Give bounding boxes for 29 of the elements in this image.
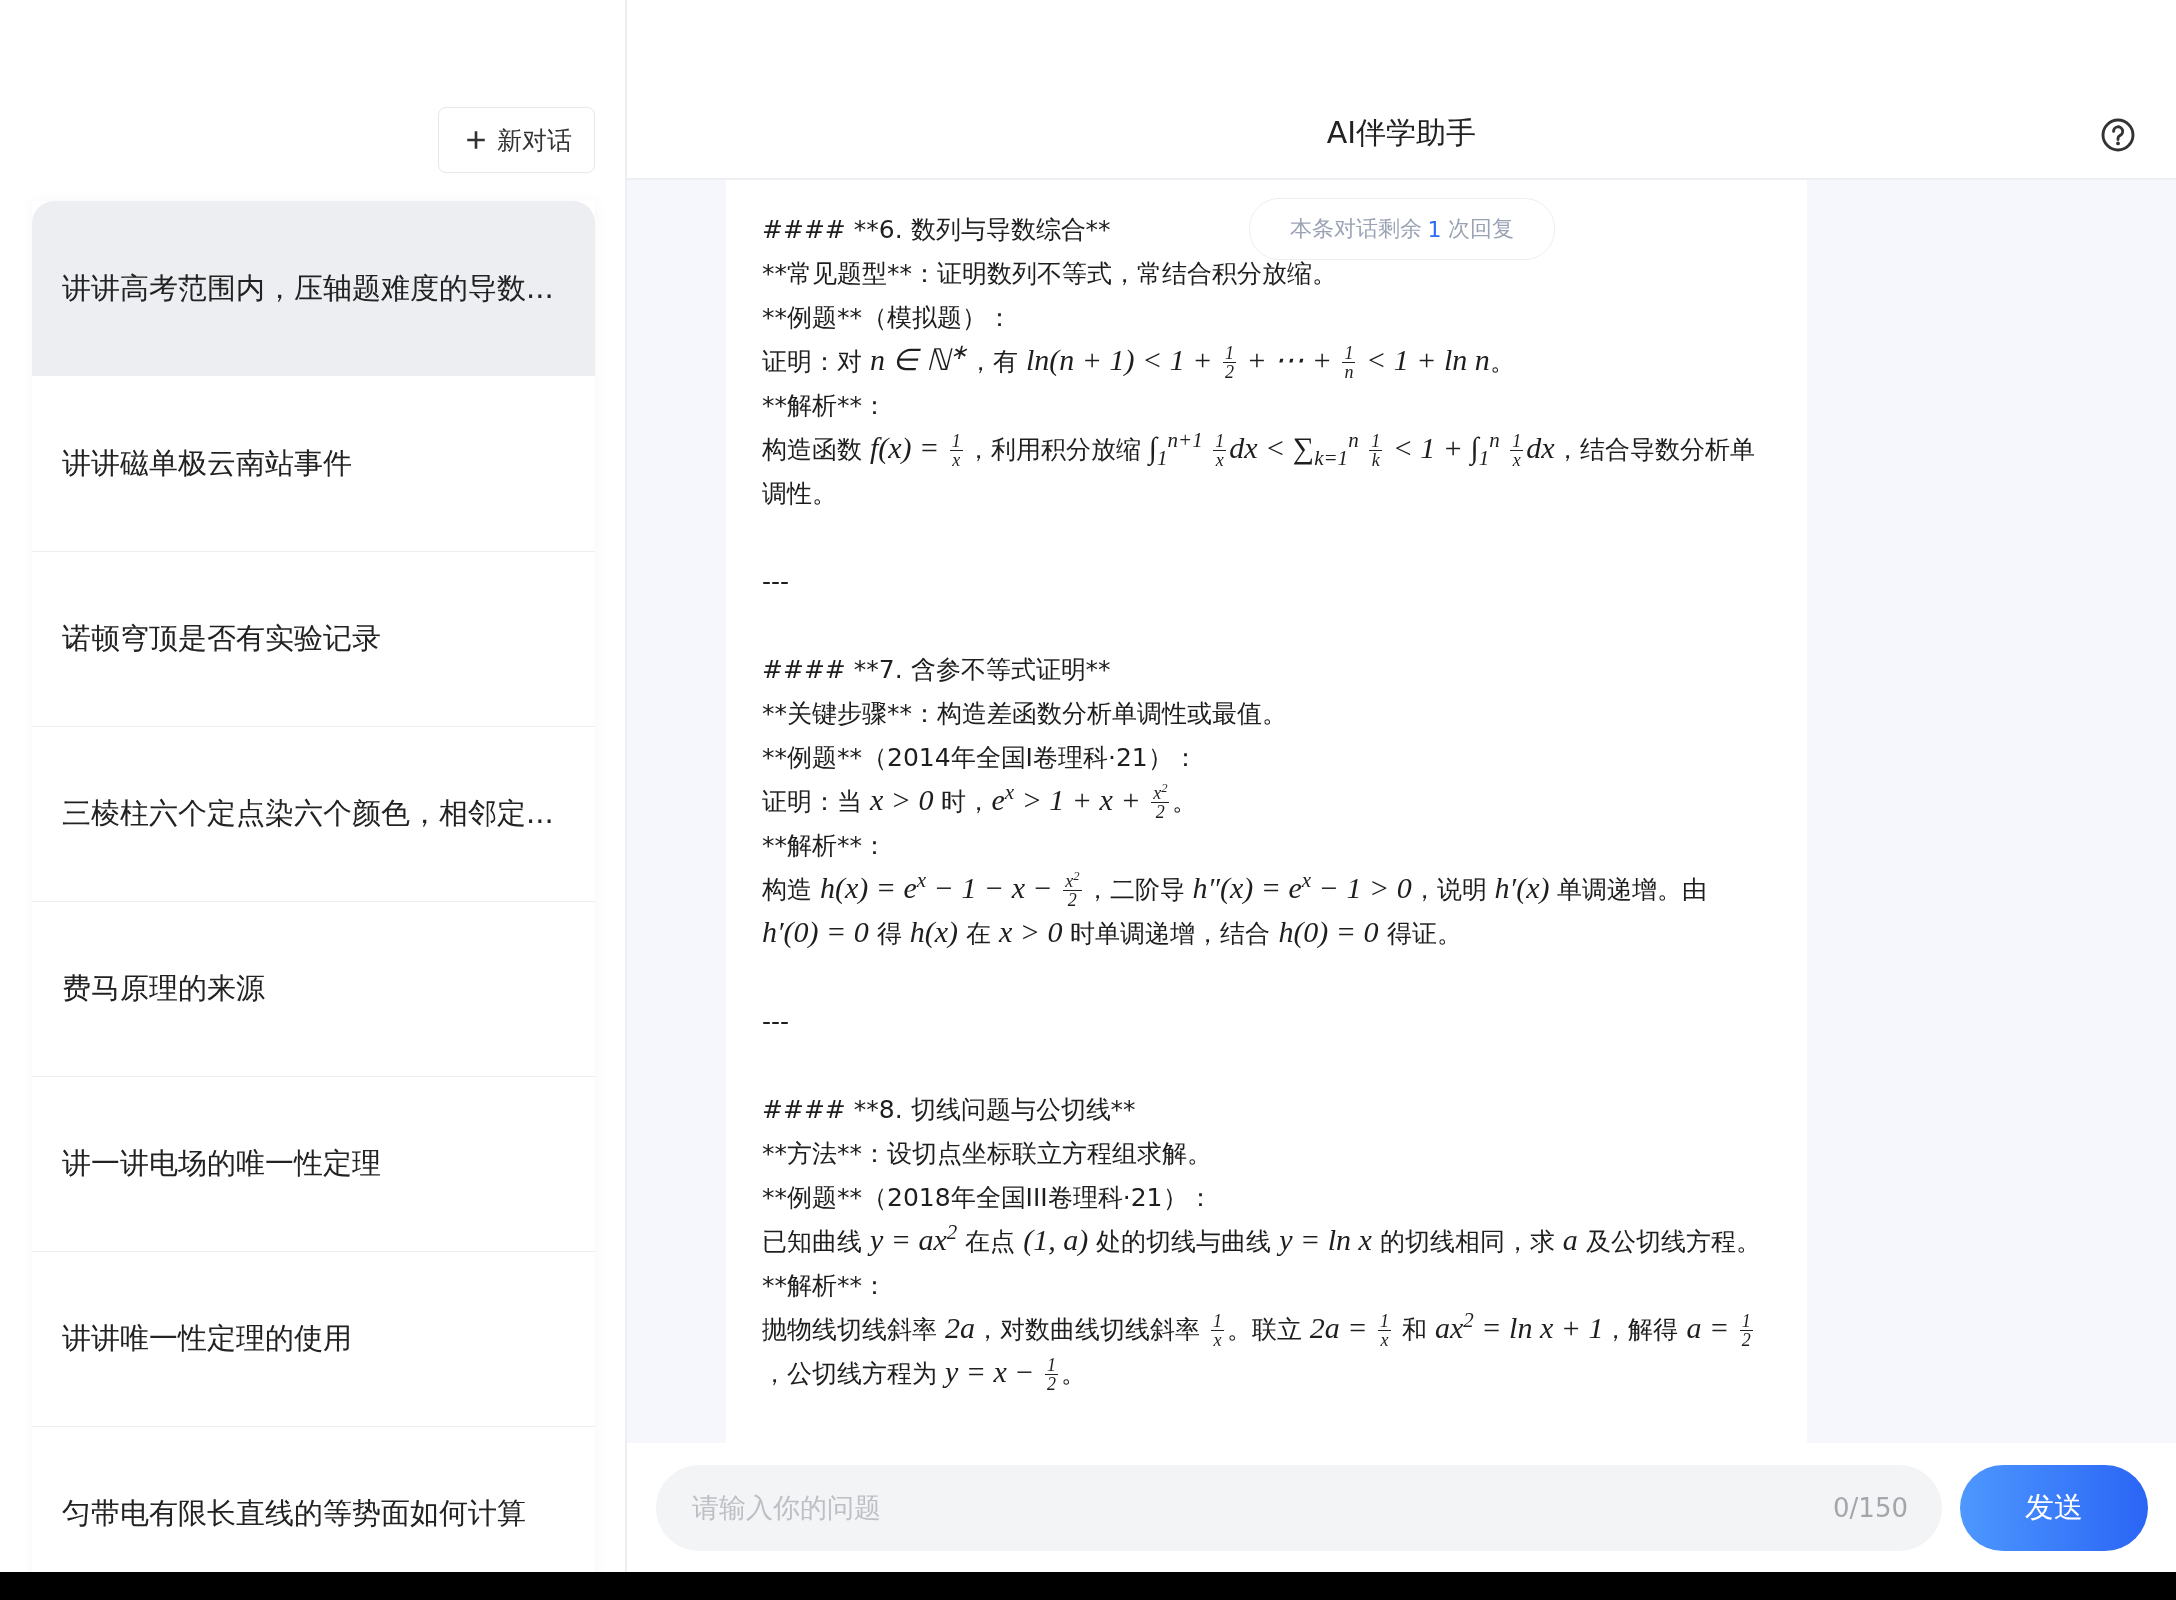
message-text: **例题**（2014年全国I卷理科·21）： bbox=[762, 742, 1198, 774]
separator-text: --- bbox=[762, 566, 790, 598]
new-chat-button[interactable]: 新对话 bbox=[438, 107, 595, 173]
help-icon bbox=[2100, 117, 2136, 153]
character-counter: 0/150 bbox=[1833, 1492, 1908, 1523]
message-text: **解析**： bbox=[762, 1270, 887, 1302]
message-heading: #### **8. 切线问题与公切线** bbox=[762, 1094, 1136, 1126]
message-text: **关键步骤**：构造差函数分析单调性或最值。 bbox=[762, 698, 1287, 730]
sidebar-item[interactable]: 费马原理的来源 bbox=[32, 901, 595, 1076]
sidebar-item[interactable]: 讲一讲电场的唯一性定理 bbox=[32, 1076, 595, 1251]
message-text: **解析**： bbox=[762, 390, 887, 422]
message-text: **解析**： bbox=[762, 830, 887, 862]
sidebar-item[interactable]: 讲讲磁单极云南站事件 bbox=[32, 376, 595, 551]
separator-text: --- bbox=[762, 1006, 790, 1038]
plus-icon bbox=[465, 129, 487, 151]
sidebar-item[interactable]: 三棱柱六个定点染六个颜色，相邻定... bbox=[32, 726, 595, 901]
sidebar-item[interactable]: 讲讲高考范围内，压轴题难度的导数... bbox=[32, 201, 595, 376]
message-heading: #### **7. 含参不等式证明** bbox=[762, 654, 1111, 686]
message-heading: #### **6. 数列与导数综合** bbox=[762, 214, 1111, 246]
message-text: **例题**（模拟题）： bbox=[762, 302, 1012, 334]
message-text: **常见题型**：证明数列不等式，常结合积分放缩。 bbox=[762, 258, 1337, 290]
remaining-replies-notice: 本条对话剩余 1 次回复 bbox=[1248, 198, 1555, 260]
message-text: **例题**（2018年全国III卷理科·21）： bbox=[762, 1182, 1213, 1214]
message-text: **方法**：设切点坐标联立方程组求解。 bbox=[762, 1138, 1212, 1170]
sidebar-item[interactable]: 讲讲唯一性定理的使用 bbox=[32, 1251, 595, 1426]
sidebar-item[interactable]: 诺顿穹顶是否有实验记录 bbox=[32, 551, 595, 726]
window-title: AI伴学助手 bbox=[1326, 113, 1477, 152]
message-text: 已知曲线 y = ax$^{2}$ 在点 (1, a) 处的切线与曲线 y = ln x 的切线相同，求 a 及公切线方程。 bbox=[762, 1220, 1761, 1258]
send-button[interactable]: 发送 bbox=[1960, 1464, 2148, 1551]
